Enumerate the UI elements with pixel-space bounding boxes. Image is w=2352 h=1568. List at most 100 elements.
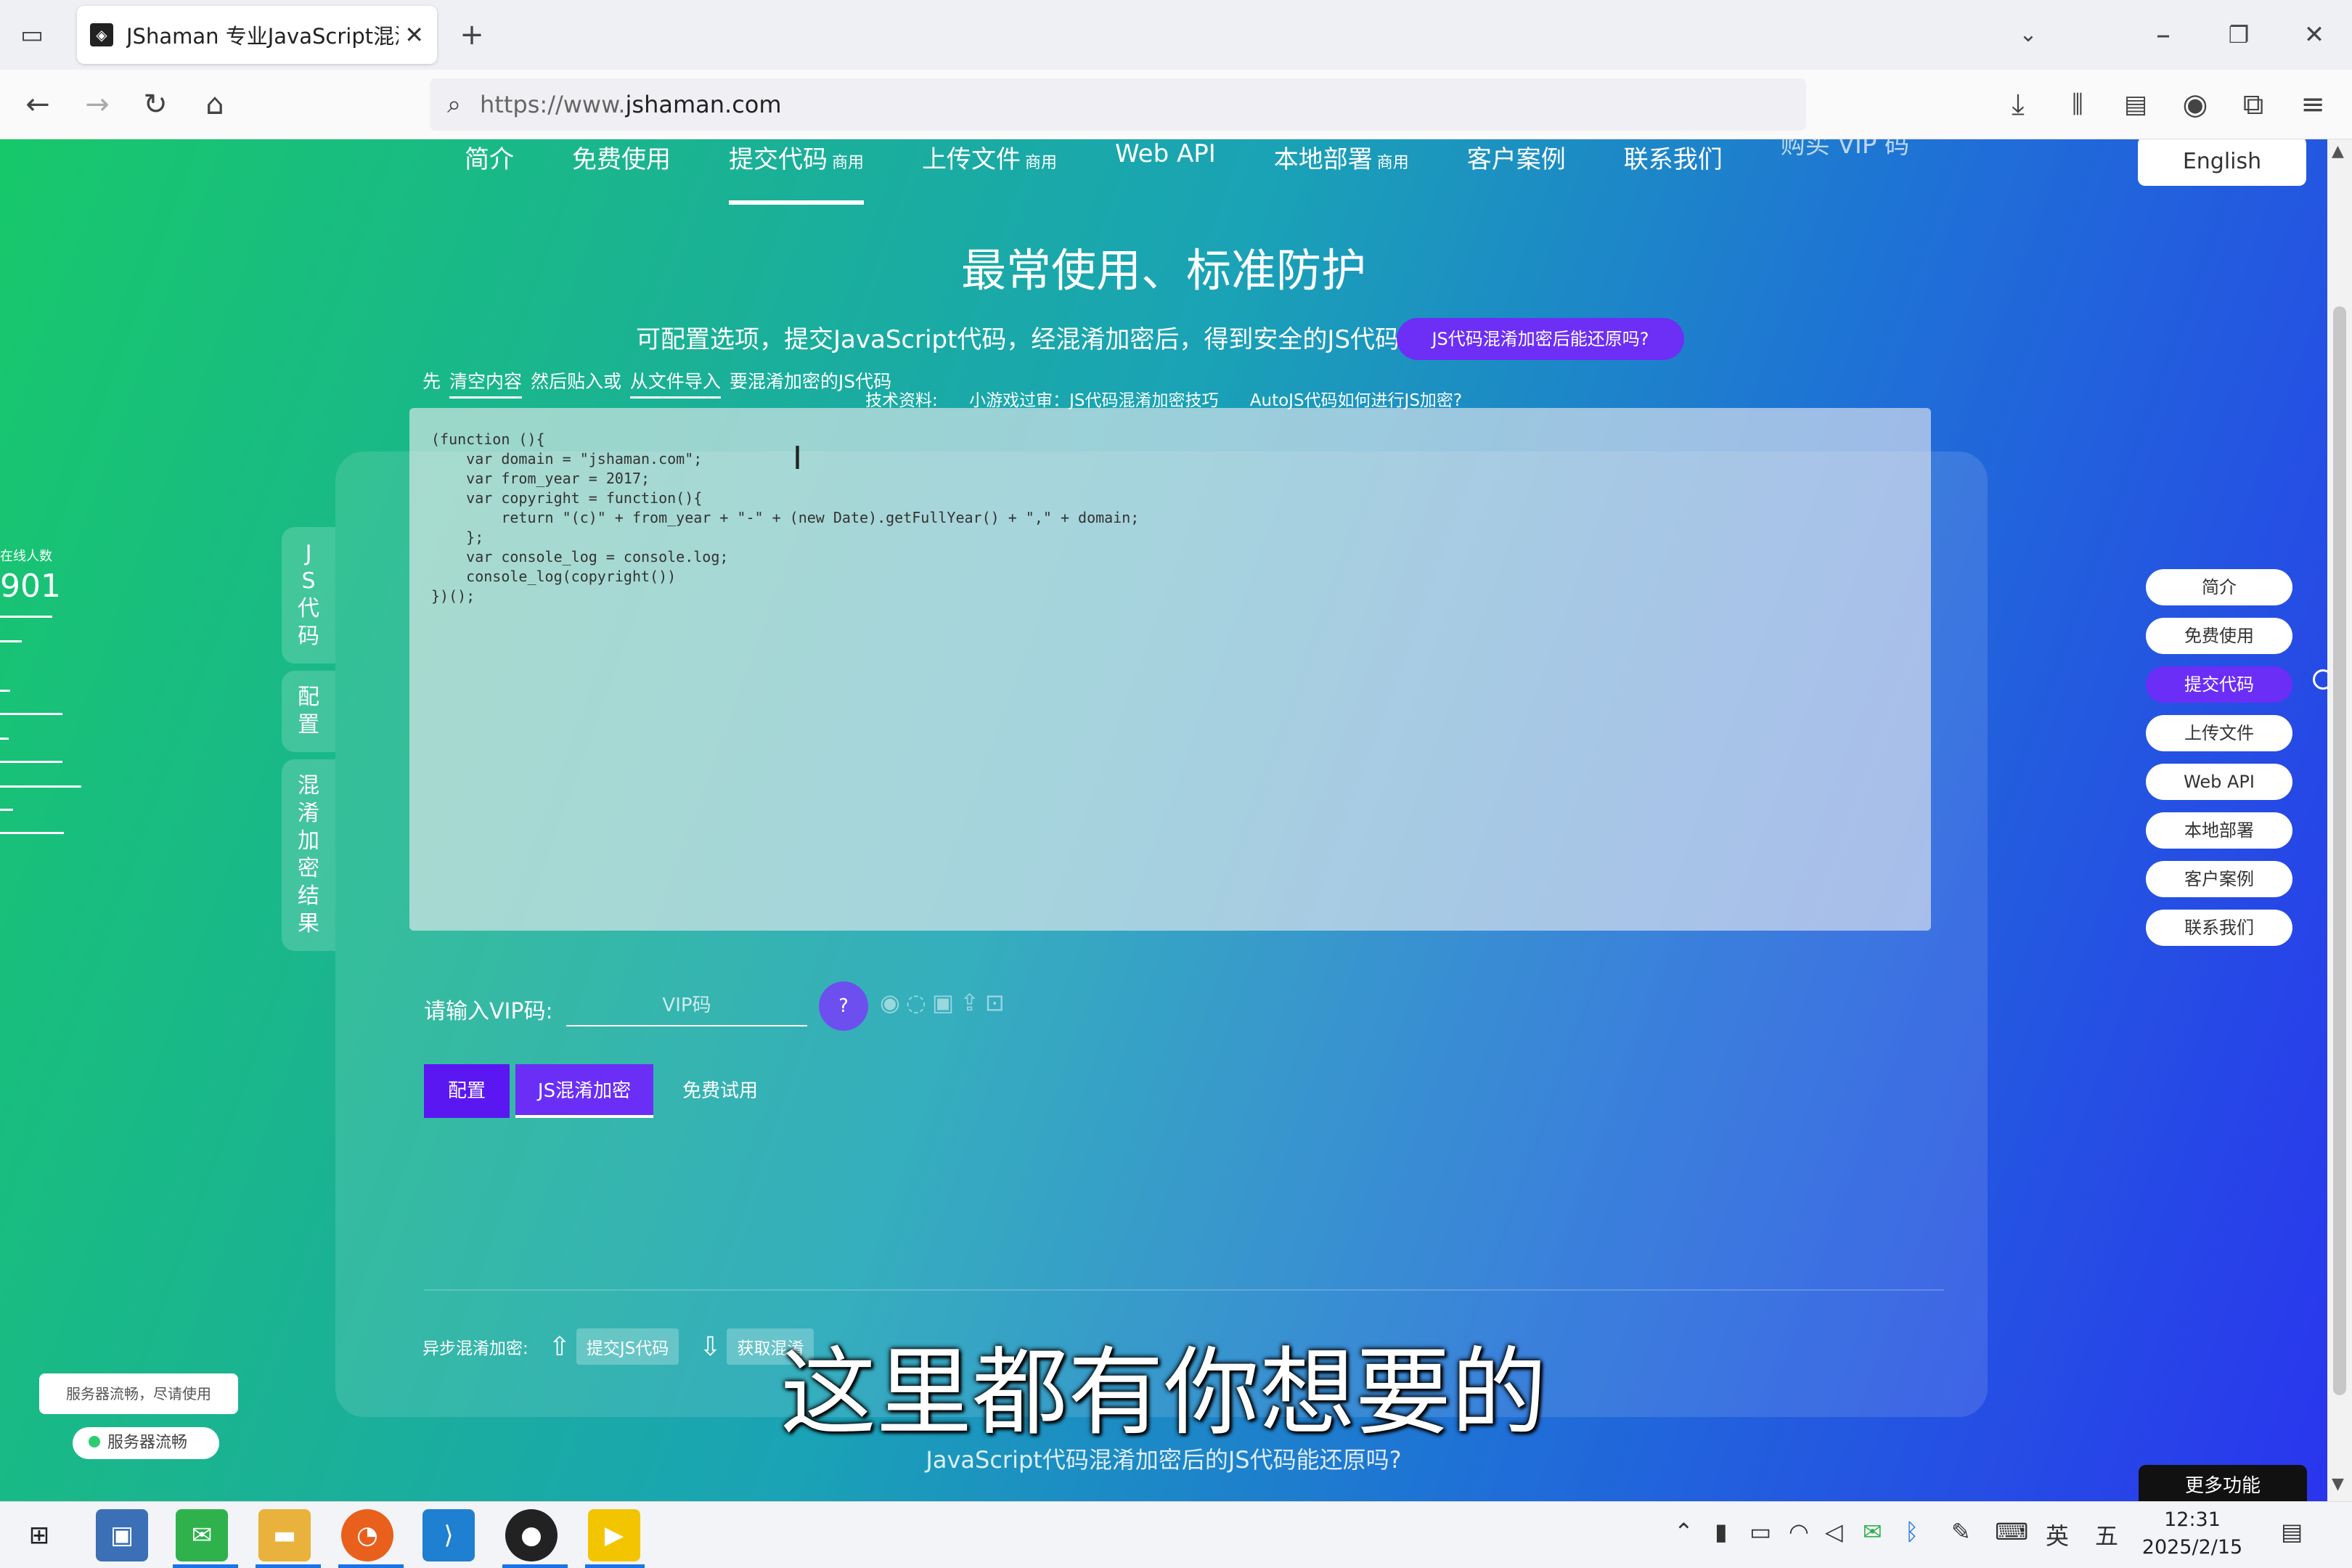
bottom-question-link[interactable]: JavaScript代码混淆加密后的JS代码能还原吗? xyxy=(0,1442,2327,1475)
activity-line xyxy=(0,761,62,763)
right-nav-item[interactable]: 简介 xyxy=(2146,569,2292,605)
scroll-indicator-icon[interactable] xyxy=(2313,669,2327,690)
nav-item[interactable]: 简介 xyxy=(465,139,514,205)
nav-item[interactable]: 上传文件 商用 xyxy=(922,139,1057,205)
eye-off-icon[interactable]: ◌ xyxy=(906,989,932,1016)
forward-arrow-icon[interactable]: → xyxy=(75,83,119,126)
tab-close-icon[interactable]: ✕ xyxy=(404,21,424,49)
reload-icon[interactable]: ↻ xyxy=(134,83,177,126)
window-close-icon[interactable]: ✕ xyxy=(2292,13,2336,57)
lock-icon[interactable]: ⊡ xyxy=(985,989,1010,1016)
tray-chevron-icon[interactable]: ⌃ xyxy=(1674,1518,1694,1545)
nav-item[interactable]: 提交代码 商用 xyxy=(729,139,865,205)
tech-links: 技术资料: 小游戏过审：JS代码混淆加密技巧 AutoJS代码如何进行JS加密? xyxy=(865,386,1488,411)
tab-title: JShaman 专业JavaScript混淆加 xyxy=(126,24,399,49)
right-quick-nav: 简介免费使用提交代码上传文件 Web API 本地部署客户案例联系我们 xyxy=(2146,569,2292,958)
eye-icon[interactable]: ◉ xyxy=(880,989,906,1016)
video-editor-icon[interactable]: ▶ xyxy=(588,1509,640,1561)
file-explorer-icon[interactable]: ▬ xyxy=(258,1509,311,1561)
clock-date: 2025/2/15 xyxy=(2141,1536,2243,1559)
restore-icon[interactable]: ❐ xyxy=(2217,13,2261,57)
restore-question-button[interactable]: JS代码混淆加密后能还原吗? xyxy=(1397,318,1684,360)
tray-wifi-icon[interactable]: ◠ xyxy=(1789,1518,1809,1545)
ime-mode-indicator[interactable]: 五 xyxy=(2095,1518,2118,1551)
nav-item[interactable]: 联系我们 xyxy=(1624,139,1723,205)
url-bar[interactable]: ⌕ https://www.jshaman.com xyxy=(430,78,1806,131)
scroll-up-icon[interactable]: ▲ xyxy=(2332,142,2344,160)
language-button[interactable]: English xyxy=(2138,139,2306,186)
start-icon[interactable]: ⊞ xyxy=(13,1509,65,1561)
running-indicator xyxy=(502,1564,568,1568)
save-icon[interactable]: ▣ xyxy=(932,989,960,1016)
menu-icon[interactable]: ≡ xyxy=(2291,83,2335,126)
tray-wechat-icon[interactable]: ✉ xyxy=(1863,1518,1882,1545)
free-trial-button[interactable]: 免费试用 xyxy=(682,1064,758,1118)
vip-tool-icons: ◉◌▣⇪⊡ xyxy=(880,989,1010,1016)
right-nav-item[interactable]: 本地部署 xyxy=(2146,812,2292,849)
clear-content-link[interactable]: 清空内容 xyxy=(449,371,522,399)
tab-overflow-chevron-icon[interactable]: ⌄ xyxy=(2006,13,2050,57)
activity-line xyxy=(0,738,9,740)
os-taskbar: ⊞ ▣ ✉ ▬ ◔ ⟩ ● ▶ ⌃ ▮ ▭ ◠ ◁ ✉ ᛒ ✎ ⌨ 英 五 12… xyxy=(0,1501,2352,1568)
tray-usb-icon[interactable]: ▮ xyxy=(1715,1518,1728,1545)
library-icon[interactable]: ⫼ xyxy=(2056,83,2099,126)
right-nav-item[interactable]: 提交代码 xyxy=(2146,666,2292,703)
sidebar-icon[interactable]: ▤ xyxy=(2114,83,2157,126)
activity-line xyxy=(0,640,22,642)
system-clock[interactable]: 12:31 2025/2/15 xyxy=(2141,1506,2243,1561)
nav-item[interactable]: 免费使用 xyxy=(572,139,671,205)
side-tab[interactable]: JS代码 xyxy=(282,527,335,663)
tab-list-icon[interactable]: ▭ xyxy=(10,13,54,57)
obfuscate-button[interactable]: JS混淆加密 xyxy=(515,1064,653,1118)
nav-item[interactable]: 购买 VIP 码 xyxy=(1781,139,1909,205)
nav-item[interactable]: 本地部署 商用 xyxy=(1274,139,1409,205)
nav-item[interactable]: 客户案例 xyxy=(1467,139,1566,205)
running-indicator xyxy=(585,1564,645,1568)
network-app-icon[interactable]: ▣ xyxy=(96,1509,148,1561)
running-indicator xyxy=(173,1564,238,1568)
download-icon[interactable]: ⤓ xyxy=(1996,83,2040,126)
right-nav-item[interactable]: 客户案例 xyxy=(2146,861,2292,897)
new-tab-icon[interactable]: + xyxy=(450,13,494,57)
tray-keyboard-icon[interactable]: ⌨ xyxy=(1995,1518,2028,1545)
wechat-icon[interactable]: ✉ xyxy=(176,1509,228,1561)
ime-indicator[interactable]: 英 xyxy=(2046,1518,2069,1551)
js-code-editor[interactable]: (function (){ var domain = "jshaman.com"… xyxy=(409,408,1931,931)
scrollbar-thumb[interactable] xyxy=(2333,306,2346,1395)
vip-code-input[interactable]: VIP码 xyxy=(566,984,807,1026)
activity-line xyxy=(0,713,62,715)
right-nav-item[interactable]: Web API xyxy=(2146,764,2292,800)
side-tabs: JS代码配置混淆加密结果 xyxy=(282,527,335,958)
activity-line xyxy=(0,690,10,692)
browser-tab[interactable]: ◈ JShaman 专业JavaScript混淆加 ✕ xyxy=(77,6,437,64)
right-nav-item[interactable]: 联系我们 xyxy=(2146,910,2292,946)
vip-help-button[interactable]: ? xyxy=(819,981,868,1031)
minimize-icon[interactable]: – xyxy=(2141,13,2185,57)
side-tab[interactable]: 混淆加密结果 xyxy=(282,759,335,951)
firefox-icon[interactable]: ◔ xyxy=(341,1509,393,1561)
upload-icon[interactable]: ⇪ xyxy=(960,989,985,1016)
import-file-link[interactable]: 从文件导入 xyxy=(629,371,721,399)
back-arrow-icon[interactable]: ← xyxy=(16,83,60,126)
scrollbar[interactable]: ▲ ▼ xyxy=(2327,139,2352,1501)
right-nav-item[interactable]: 上传文件 xyxy=(2146,715,2292,751)
account-icon[interactable]: ◉ xyxy=(2173,83,2217,126)
activity-line xyxy=(0,832,64,834)
tray-pen-icon[interactable]: ✎ xyxy=(1951,1518,1971,1545)
recorder-icon[interactable]: ● xyxy=(505,1509,558,1561)
search-icon: ⌕ xyxy=(447,90,462,119)
tray-bluetooth-icon[interactable]: ᛒ xyxy=(1905,1518,1919,1545)
tray-battery-icon[interactable]: ▭ xyxy=(1749,1518,1771,1545)
extensions-icon[interactable]: ⧉ xyxy=(2231,83,2275,126)
side-tab[interactable]: 配置 xyxy=(282,671,335,752)
home-icon[interactable]: ⌂ xyxy=(193,83,237,126)
notification-icon[interactable]: ▤ xyxy=(2281,1518,2303,1545)
nav-item[interactable]: Web API xyxy=(1115,139,1216,205)
tray-volume-icon[interactable]: ◁ xyxy=(1825,1518,1843,1545)
scroll-down-icon[interactable]: ▼ xyxy=(2332,1475,2344,1493)
hero-subline: 可配置选项，提交JavaScript代码，经混淆加密后，得到安全的JS代码。 xyxy=(636,325,1425,354)
config-button[interactable]: 配置 xyxy=(424,1064,510,1118)
vscode-icon[interactable]: ⟩ xyxy=(422,1509,475,1561)
activity-line xyxy=(0,785,81,788)
right-nav-item[interactable]: 免费使用 xyxy=(2146,618,2292,654)
